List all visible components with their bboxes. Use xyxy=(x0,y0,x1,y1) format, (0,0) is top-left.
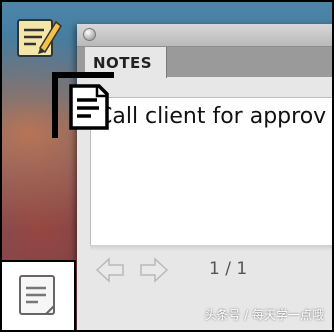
notes-pencil-icon[interactable] xyxy=(16,14,62,60)
note-text-field[interactable]: Call client for approv xyxy=(90,97,332,245)
right-arrow-icon[interactable] xyxy=(139,257,169,283)
left-arrow-icon[interactable] xyxy=(95,257,125,283)
window-titlebar[interactable] xyxy=(77,24,332,47)
bottom-icon-panel xyxy=(2,260,76,330)
note-page-icon[interactable] xyxy=(16,274,60,318)
watermark: 头条号 / 每天学一点哦 xyxy=(204,308,324,322)
close-icon[interactable] xyxy=(83,28,96,41)
note-page-icon xyxy=(67,84,109,130)
tab-bar: NOTES xyxy=(77,47,332,78)
page-indicator: 1 / 1 xyxy=(209,259,248,279)
callout-bracket-horizontal xyxy=(52,72,114,78)
callout-bracket-vertical xyxy=(52,72,58,138)
screenshot-frame: NOTES Call client for approv 1 / 1 头条号 /… xyxy=(0,0,334,332)
text-field-shadow xyxy=(90,245,332,251)
